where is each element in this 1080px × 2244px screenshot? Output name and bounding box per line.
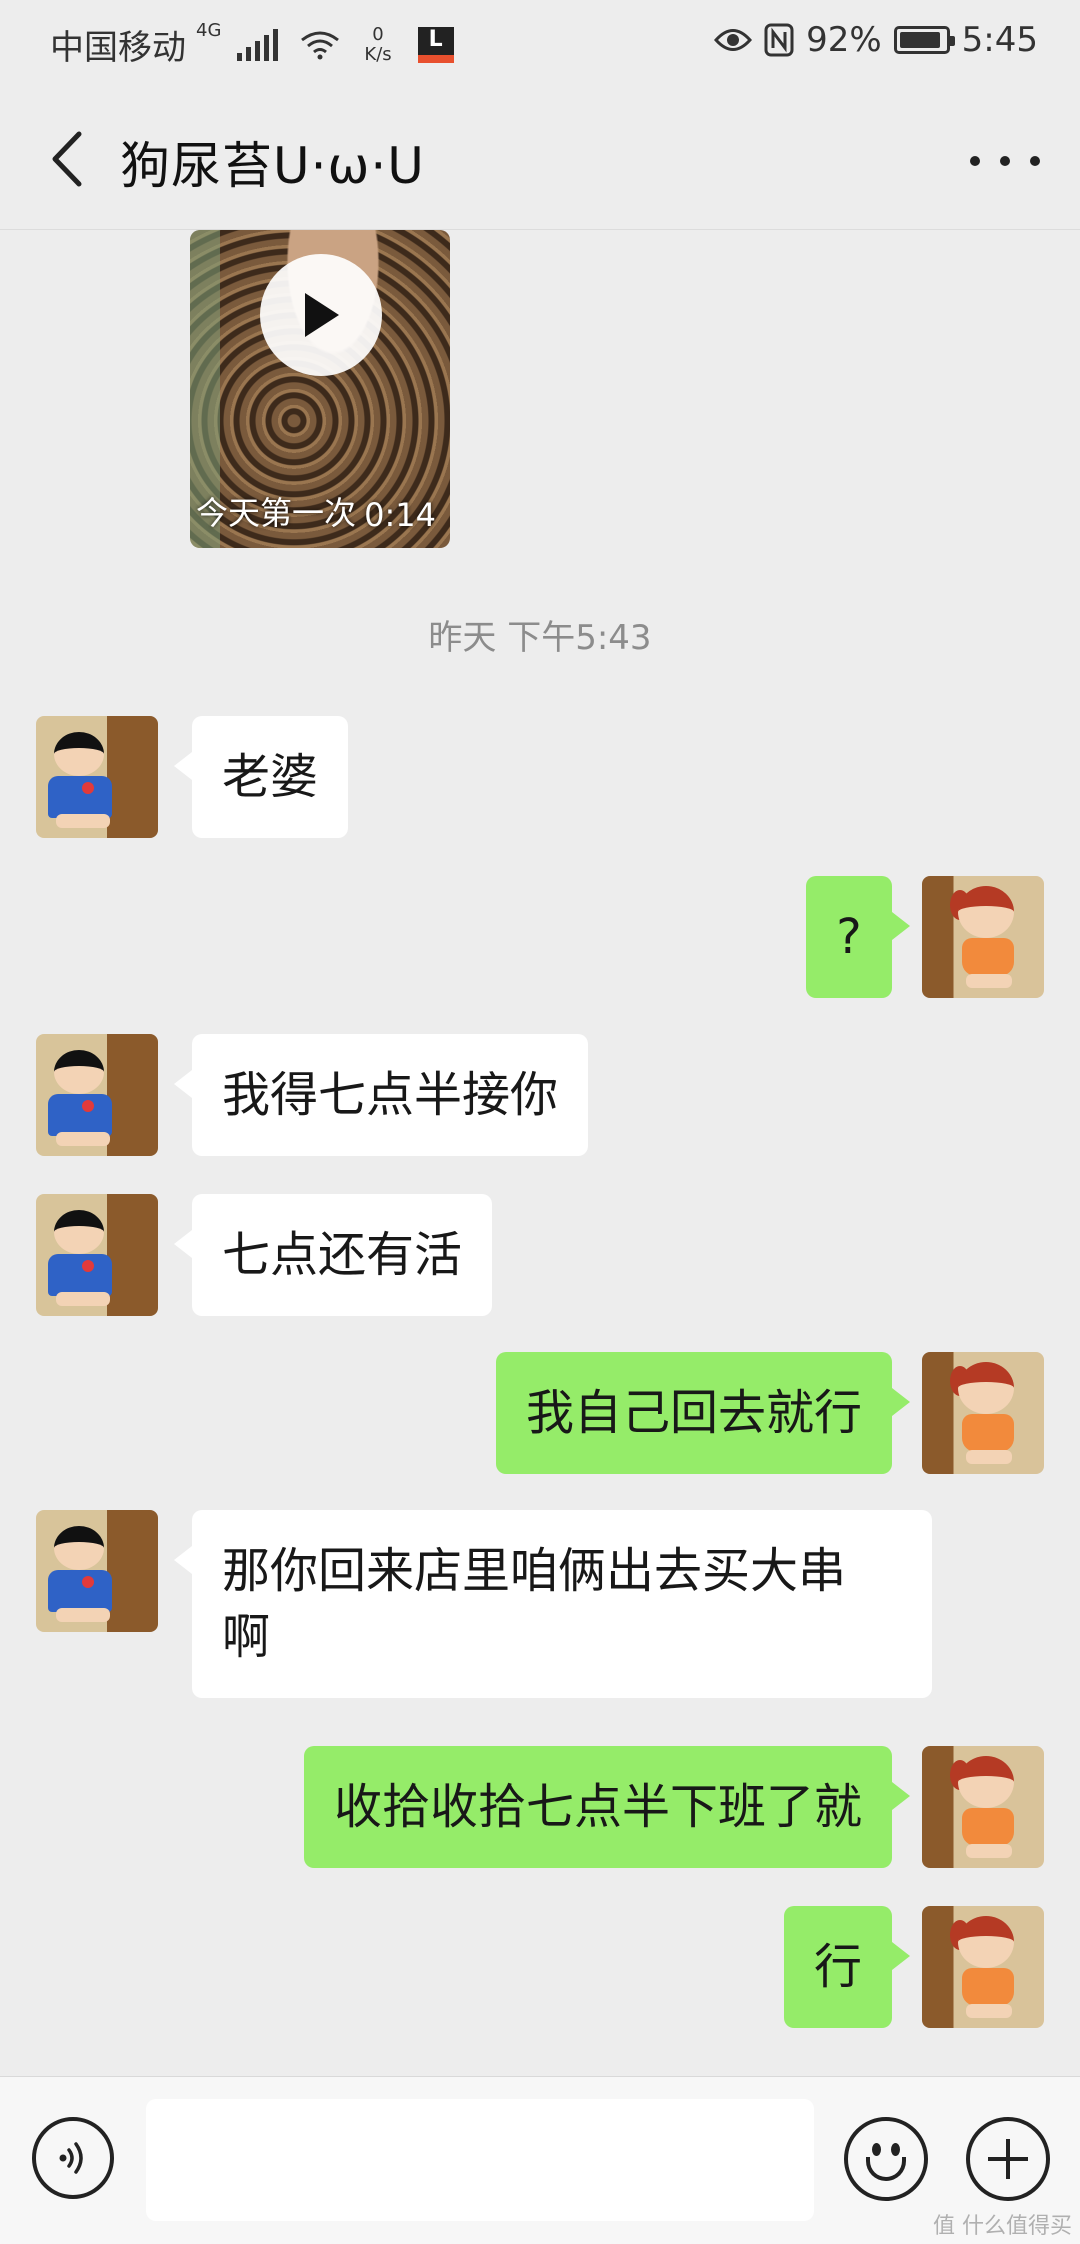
avatar-badge bbox=[82, 782, 94, 794]
message-bubble-out[interactable]: 我自己回去就行 bbox=[495, 1352, 911, 1474]
chat-title: 狗尿苔U·ω·U bbox=[120, 137, 425, 195]
avatar[interactable] bbox=[922, 1352, 1044, 1474]
play-button[interactable] bbox=[260, 254, 382, 376]
avatar-head bbox=[54, 1210, 104, 1254]
message-timestamp: 昨天 下午5:43 bbox=[428, 618, 652, 658]
avatar-leg bbox=[56, 1132, 110, 1146]
emoji-eye bbox=[872, 2143, 881, 2156]
nfc-icon bbox=[764, 23, 794, 57]
avatar-head bbox=[54, 732, 104, 776]
add-button[interactable] bbox=[966, 2117, 1050, 2201]
battery-fill bbox=[899, 32, 941, 48]
battery-icon bbox=[893, 26, 955, 54]
net-speed-value: 0 bbox=[372, 23, 384, 45]
avatar-leg bbox=[56, 814, 110, 828]
avatar-body bbox=[962, 938, 1014, 976]
avatar-head bbox=[958, 1916, 1014, 1968]
net-speed: 0 K/s bbox=[364, 23, 392, 65]
avatar[interactable] bbox=[922, 1746, 1044, 1868]
video-message[interactable]: 今天第一次 0:14 bbox=[190, 230, 450, 548]
message-bubble-in[interactable]: 那你回来店里咱俩出去买大串 啊 bbox=[174, 1510, 932, 1698]
app-notification-icon: L bbox=[417, 26, 454, 63]
status-bar: 中国移动 4G 0 K/s L 92% 5:45 bbox=[0, 0, 1080, 88]
avatar-leg bbox=[966, 2004, 1012, 2018]
avatar-body bbox=[48, 1570, 112, 1612]
net-speed-unit: K/s bbox=[364, 43, 392, 65]
video-caption: 今天第一次 bbox=[196, 494, 357, 532]
eye-icon bbox=[714, 29, 753, 51]
message-bubble-in[interactable]: 七点还有活 bbox=[173, 1194, 493, 1316]
voice-button[interactable] bbox=[32, 2117, 114, 2199]
avatar-badge bbox=[82, 1260, 94, 1272]
video-duration: 0:14 bbox=[364, 496, 436, 534]
play-icon bbox=[305, 293, 339, 337]
emoji-eye bbox=[891, 2143, 900, 2156]
avatar-body bbox=[48, 776, 112, 818]
avatar[interactable] bbox=[922, 1906, 1044, 2028]
emoji-mouth bbox=[866, 2157, 906, 2181]
avatar-leg bbox=[56, 1608, 110, 1622]
carrier-label: 中国移动 bbox=[50, 28, 186, 68]
avatar[interactable] bbox=[922, 876, 1044, 998]
avatar-leg bbox=[966, 1450, 1012, 1464]
more-dot bbox=[1030, 156, 1040, 166]
message-bubble-in[interactable]: 老婆 bbox=[173, 716, 349, 838]
status-left: 中国移动 4G 0 K/s L bbox=[50, 20, 454, 69]
status-right: 92% 5:45 bbox=[714, 20, 1038, 60]
more-button[interactable] bbox=[970, 136, 1040, 186]
avatar-leg bbox=[56, 1292, 110, 1306]
avatar-head bbox=[958, 1362, 1014, 1414]
watermark: 值 什么值得买 bbox=[933, 2214, 1072, 2239]
avatar-body bbox=[962, 1414, 1014, 1452]
chat-header: 狗尿苔U·ω·U bbox=[0, 88, 1080, 230]
signal-icon bbox=[237, 28, 279, 61]
avatar-badge bbox=[82, 1100, 94, 1112]
message-bubble-out[interactable]: ? bbox=[806, 876, 910, 998]
emoji-button[interactable] bbox=[844, 2117, 928, 2201]
network-label: 4G bbox=[196, 20, 222, 41]
status-time: 5:45 bbox=[961, 20, 1038, 60]
avatar-head bbox=[54, 1526, 104, 1570]
battery-percent: 92% bbox=[806, 20, 882, 60]
avatar[interactable] bbox=[36, 716, 158, 838]
avatar-head bbox=[958, 1756, 1014, 1808]
voice-icon bbox=[59, 2142, 83, 2174]
more-dots-icon bbox=[970, 156, 980, 166]
avatar-leg bbox=[966, 1844, 1012, 1858]
avatar[interactable] bbox=[36, 1510, 158, 1632]
input-bar: 值 什么值得买 bbox=[0, 2076, 1080, 2244]
avatar-head bbox=[54, 1050, 104, 1094]
more-dot bbox=[1000, 156, 1010, 166]
chevron-left-icon bbox=[52, 131, 82, 187]
message-input[interactable] bbox=[146, 2099, 814, 2221]
avatar-body bbox=[962, 1808, 1014, 1846]
avatar[interactable] bbox=[36, 1034, 158, 1156]
avatar-body bbox=[962, 1968, 1014, 2006]
message-bubble-out[interactable]: 收拾收拾七点半下班了就 bbox=[303, 1746, 911, 1868]
message-bubble-in[interactable]: 我得七点半接你 bbox=[173, 1034, 589, 1156]
message-bubble-out[interactable]: 行 bbox=[783, 1906, 911, 2028]
wifi-icon bbox=[301, 31, 340, 59]
avatar-body bbox=[48, 1254, 112, 1296]
avatar-leg bbox=[966, 974, 1012, 988]
avatar-body bbox=[48, 1094, 112, 1136]
avatar-head bbox=[958, 886, 1014, 938]
back-button[interactable] bbox=[36, 124, 96, 194]
avatar-badge bbox=[82, 1576, 94, 1588]
avatar[interactable] bbox=[36, 1194, 158, 1316]
